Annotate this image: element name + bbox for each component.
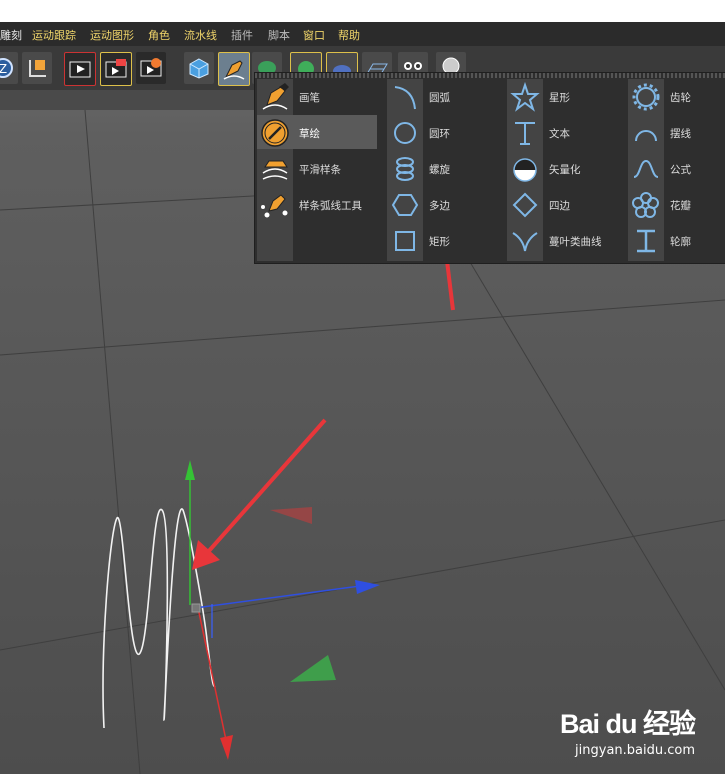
cogwheel-icon — [632, 83, 660, 111]
pen-icon[interactable] — [218, 52, 250, 86]
sketch-icon — [261, 119, 289, 147]
cycloid-icon — [635, 130, 657, 142]
profile-label: 轮廓 — [670, 236, 691, 248]
spline-primitives-column: 星形 文本 矢量化 四边 蔓叶类曲线 — [507, 79, 625, 261]
four-side-item[interactable]: 四边 — [507, 187, 627, 221]
smooth-spline-item[interactable]: 平滑样条 — [257, 151, 377, 185]
pen-tool-label: 画笔 — [299, 92, 320, 104]
helix-icon — [396, 157, 414, 181]
text-item[interactable]: 文本 — [507, 115, 627, 149]
circle-label: 圆环 — [429, 128, 450, 140]
menu-pipeline[interactable]: 流水线 — [184, 27, 217, 43]
cissoid-icon — [512, 232, 538, 252]
menu-help[interactable]: 帮助 — [338, 27, 360, 43]
watermark-brand: Bai du 经验 — [559, 709, 696, 739]
annotation-arrow — [192, 418, 327, 570]
pen-icon — [262, 83, 289, 110]
transform-gizmo[interactable] — [185, 460, 380, 760]
cissoid-item[interactable]: 蔓叶类曲线 — [507, 223, 627, 257]
circle-item[interactable]: 圆环 — [387, 115, 507, 149]
four-side-label: 四边 — [549, 200, 570, 212]
cube-icon[interactable] — [184, 52, 214, 84]
cogwheel-label: 齿轮 — [670, 92, 691, 104]
formula-icon — [633, 159, 659, 178]
polygon-item[interactable]: 多边 — [387, 187, 507, 221]
star-label: 星形 — [549, 92, 570, 104]
sketch-tool-item[interactable]: 草绘 — [257, 115, 377, 149]
circle-icon — [394, 122, 416, 144]
svg-text:Z: Z — [0, 62, 7, 76]
profile-item[interactable]: 轮廓 — [628, 223, 724, 257]
star-item[interactable]: 星形 — [507, 79, 627, 113]
menu-character[interactable]: 角色 — [148, 27, 170, 43]
helix-label: 螺旋 — [429, 164, 450, 176]
spline-primitives-column: 圆弧 圆环 螺旋 多边 矩形 — [387, 79, 505, 261]
spline-tools-column: 画笔 草绘 平滑样条 样条弧线工具 — [257, 79, 379, 261]
vectorizer-icon — [513, 158, 537, 182]
menu-mograph[interactable]: 运动图形 — [90, 27, 134, 43]
flower-label: 花瓣 — [670, 200, 691, 212]
profile-icon — [637, 229, 655, 253]
arc-item[interactable]: 圆弧 — [387, 79, 507, 113]
arc-label: 圆弧 — [429, 92, 450, 104]
axis-icon[interactable] — [22, 52, 52, 84]
polygon-icon — [391, 194, 419, 216]
render-settings-icon[interactable] — [136, 52, 166, 84]
smooth-spline-icon — [262, 160, 288, 180]
popup-grip[interactable] — [255, 73, 725, 78]
star-icon — [510, 81, 540, 112]
menu-sculpt[interactable]: 雕刻 — [0, 27, 22, 43]
rectangle-label: 矩形 — [429, 236, 450, 248]
polygon-label: 多边 — [429, 200, 450, 212]
smooth-spline-label: 平滑样条 — [299, 164, 341, 176]
menu-motion-tracking[interactable]: 运动跟踪 — [32, 27, 76, 43]
vectorizer-item[interactable]: 矢量化 — [507, 151, 627, 185]
cissoid-label: 蔓叶类曲线 — [549, 236, 602, 248]
render-view-icon[interactable] — [64, 52, 96, 86]
rectangle-icon — [395, 231, 415, 251]
baidu-watermark: Bai du 经验 jingyan.baidu.com — [559, 702, 696, 758]
arc-icon — [394, 86, 416, 110]
spline-arc-tool-item[interactable]: 样条弧线工具 — [257, 187, 377, 221]
text-label: 文本 — [549, 128, 570, 140]
menu-window[interactable]: 窗口 — [303, 27, 325, 43]
menu-bar: 雕刻 运动跟踪 运动图形 角色 流水线 插件 脚本 窗口 帮助 — [0, 22, 725, 46]
menu-plugins[interactable]: 插件 — [231, 27, 253, 43]
spline-arc-tool-icon — [261, 194, 288, 218]
text-icon — [515, 122, 535, 145]
helix-item[interactable]: 螺旋 — [387, 151, 507, 185]
four-side-icon — [512, 192, 538, 218]
formula-label: 公式 — [670, 164, 691, 176]
pen-tool-item[interactable]: 画笔 — [257, 79, 377, 113]
vectorizer-label: 矢量化 — [549, 164, 581, 176]
sketch-tool-label: 草绘 — [299, 128, 320, 140]
cycloid-item[interactable]: 摆线 — [628, 115, 724, 149]
spline-arc-tool-label: 样条弧线工具 — [299, 200, 362, 212]
spline-primitives-column: 齿轮 摆线 公式 花瓣 轮廓 — [628, 79, 724, 261]
formula-item[interactable]: 公式 — [628, 151, 724, 185]
rectangle-item[interactable]: 矩形 — [387, 223, 507, 257]
cogwheel-item[interactable]: 齿轮 — [628, 79, 724, 113]
rotate-icon[interactable]: Z — [0, 52, 18, 84]
watermark-url: jingyan.baidu.com — [575, 743, 695, 758]
flower-item[interactable]: 花瓣 — [628, 187, 724, 221]
menu-script[interactable]: 脚本 — [268, 27, 290, 43]
cycloid-label: 摆线 — [670, 128, 691, 140]
flower-icon — [632, 192, 659, 218]
spline-tools-popup: 画笔 草绘 平滑样条 样条弧线工具 圆弧 圆环 螺旋 多边 矩形 星形 文本 矢… — [254, 72, 725, 264]
render-active-icon[interactable] — [100, 52, 132, 86]
